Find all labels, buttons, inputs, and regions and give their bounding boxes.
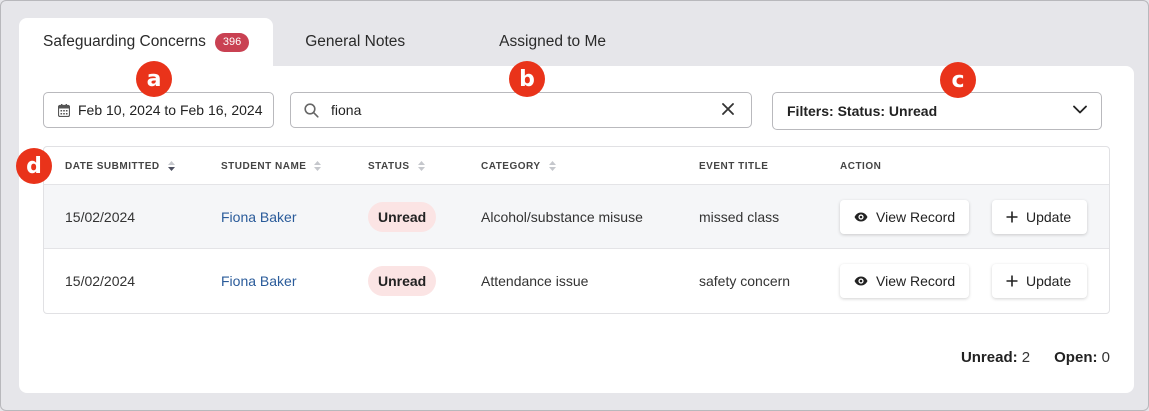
filters-dropdown[interactable]: Filters: Status: Unread <box>772 92 1102 130</box>
table-row: 15/02/2024 Fiona Baker Unread Alcohol/su… <box>44 185 1109 249</box>
status-badge: Unread <box>368 202 437 232</box>
summary-counts: Unread: 2 Open: 0 <box>961 349 1110 366</box>
table-header: DATE SUBMITTED STUDENT NAME STATUS CATEG… <box>44 147 1109 185</box>
tab-label: General Notes <box>305 33 406 50</box>
concerns-table: DATE SUBMITTED STUDENT NAME STATUS CATEG… <box>43 146 1110 314</box>
header-date-submitted[interactable]: DATE SUBMITTED <box>65 147 175 185</box>
event-title-cell: safety concern <box>699 273 791 289</box>
sort-icon <box>314 161 322 171</box>
update-button[interactable]: Update <box>992 264 1087 298</box>
callout-marker-d: d <box>16 148 52 184</box>
open-count: Open: 0 <box>1054 349 1110 366</box>
search-box <box>290 92 752 128</box>
chevron-down-icon <box>1073 105 1087 114</box>
calendar-icon <box>58 103 70 117</box>
status-cell: Unread <box>368 185 437 249</box>
event-title-cell: missed class <box>699 209 780 225</box>
tab-general-notes[interactable]: General Notes <box>273 18 437 66</box>
search-icon <box>304 102 319 118</box>
student-name-cell: Fiona Baker <box>221 249 296 313</box>
sort-icon <box>417 161 425 171</box>
eye-icon <box>854 276 868 286</box>
tab-assigned-to-me[interactable]: Assigned to Me <box>437 18 630 66</box>
view-record-button[interactable]: View Record <box>840 200 969 234</box>
filters-label: Filters: Status: Unread <box>787 103 938 119</box>
unread-count: Unread: 2 <box>960 349 1031 366</box>
callout-marker-a: a <box>136 61 172 97</box>
main-panel: Feb 10, 2024 to Feb 16, 2024 Filters: St… <box>19 66 1134 393</box>
header-event-title: EVENT TITLE <box>699 160 769 172</box>
update-button[interactable]: Update <box>992 200 1087 234</box>
date-cell: 15/02/2024 <box>65 273 136 289</box>
header-student-name[interactable]: STUDENT NAME <box>221 147 322 185</box>
student-name-cell: Fiona Baker <box>221 185 296 249</box>
search-input[interactable] <box>331 102 711 118</box>
category-cell: Alcohol/substance misuse <box>481 209 643 225</box>
plus-icon <box>1006 211 1018 223</box>
date-range-button[interactable]: Feb 10, 2024 to Feb 16, 2024 <box>43 92 274 128</box>
tab-safeguarding-concerns[interactable]: Safeguarding Concerns 396 <box>19 18 274 66</box>
header-status[interactable]: STATUS <box>368 147 425 185</box>
tab-label: Assigned to Me <box>499 33 607 50</box>
table-row: 15/02/2024 Fiona Baker Unread Attendance… <box>44 249 1109 313</box>
header-action: ACTION <box>840 160 882 172</box>
tab-label: Safeguarding Concerns <box>43 33 206 50</box>
date-cell: 15/02/2024 <box>65 209 136 225</box>
sort-icon <box>548 161 556 171</box>
count-badge: 396 <box>214 32 250 52</box>
header-category[interactable]: CATEGORY <box>481 147 556 185</box>
status-badge: Unread <box>368 266 437 296</box>
student-link[interactable]: Fiona Baker <box>221 273 296 289</box>
sort-desc-icon <box>167 161 175 171</box>
date-range-label: Feb 10, 2024 to Feb 16, 2024 <box>78 102 263 118</box>
category-cell: Attendance issue <box>481 273 589 289</box>
status-cell: Unread <box>368 249 437 313</box>
clear-search-icon[interactable] <box>722 103 734 115</box>
tab-bar: Safeguarding Concerns 396 General Notes … <box>19 18 630 66</box>
callout-marker-b: b <box>509 61 545 97</box>
view-record-button[interactable]: View Record <box>840 264 969 298</box>
callout-marker-c: c <box>940 62 976 98</box>
eye-icon <box>854 212 868 222</box>
student-link[interactable]: Fiona Baker <box>221 209 296 225</box>
plus-icon <box>1006 275 1018 287</box>
